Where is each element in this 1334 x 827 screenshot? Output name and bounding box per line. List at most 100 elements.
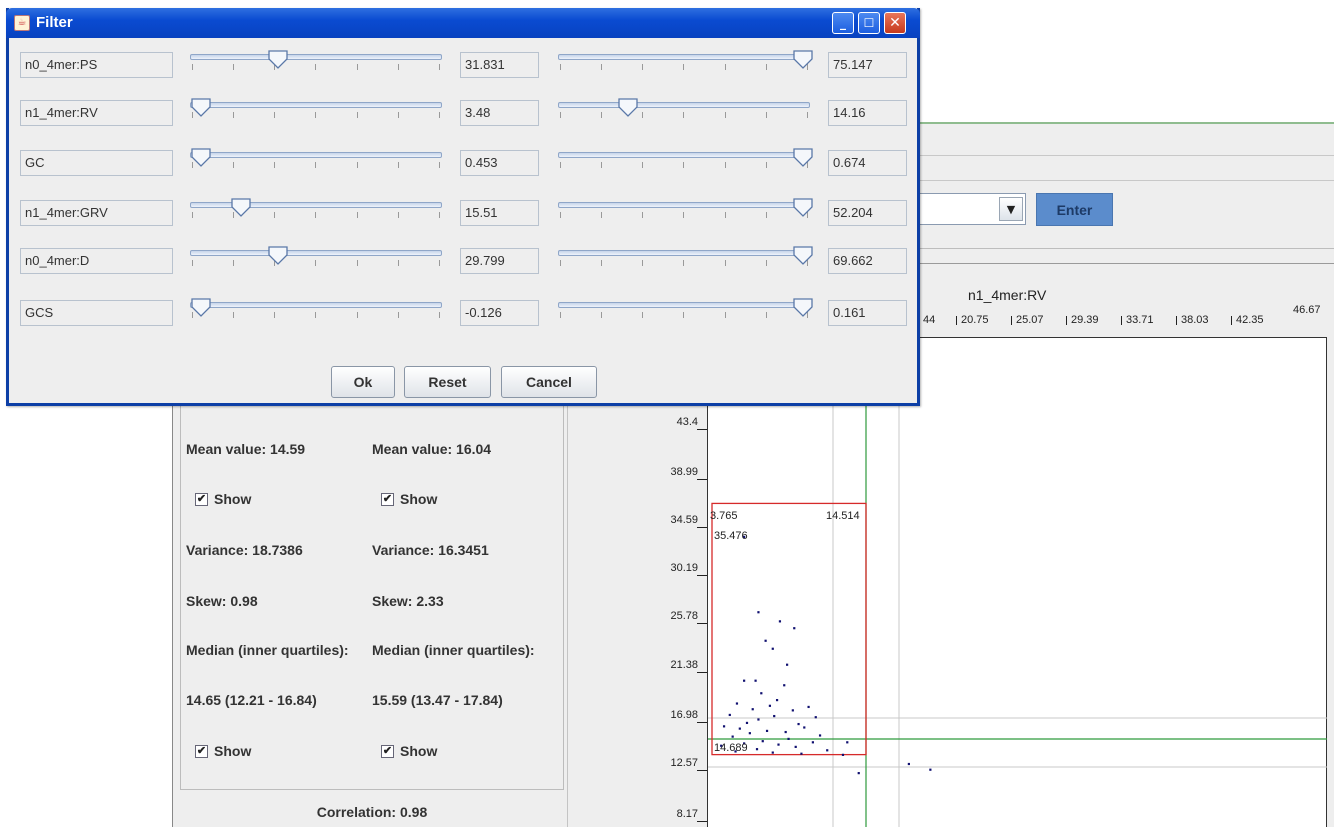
slider-track[interactable] bbox=[190, 250, 442, 256]
min-value-field-0[interactable]: 31.831 bbox=[460, 52, 539, 78]
max-value-field-4[interactable]: 69.662 bbox=[828, 248, 907, 274]
slider-track[interactable] bbox=[558, 152, 810, 158]
slider-track[interactable] bbox=[558, 302, 810, 308]
slider-ticks bbox=[560, 162, 808, 170]
box-x-left-label: 3.765 bbox=[710, 510, 738, 522]
data-point bbox=[814, 716, 817, 719]
slider-track[interactable] bbox=[558, 202, 810, 208]
min-slider-0[interactable] bbox=[190, 50, 450, 80]
max-slider-0[interactable] bbox=[558, 50, 818, 80]
min-value-field-3[interactable]: 15.51 bbox=[460, 200, 539, 226]
max-value-field-1[interactable]: 14.16 bbox=[828, 100, 907, 126]
reset-button[interactable]: Reset bbox=[404, 366, 491, 398]
slider-track[interactable] bbox=[190, 302, 442, 308]
data-point bbox=[748, 732, 751, 735]
data-point bbox=[929, 768, 932, 771]
dialog-title: Filter bbox=[36, 14, 73, 31]
slider-thumb-icon[interactable] bbox=[617, 98, 638, 118]
filter-label-2: GC bbox=[20, 150, 173, 176]
min-slider-4[interactable] bbox=[190, 246, 450, 276]
dialog-titlebar[interactable]: ☕ Filter _ ☐ ✕ bbox=[6, 8, 920, 38]
data-point bbox=[803, 726, 806, 729]
box-x-right-label: 14.514 bbox=[826, 510, 860, 522]
slider-thumb-icon[interactable] bbox=[190, 148, 211, 168]
min-value-field-2[interactable]: 0.453 bbox=[460, 150, 539, 176]
slider-thumb-icon[interactable] bbox=[190, 98, 211, 118]
data-point bbox=[787, 737, 790, 740]
filter-label-0: n0_4mer:PS bbox=[20, 52, 173, 78]
slider-thumb-icon[interactable] bbox=[190, 298, 211, 318]
min-slider-3[interactable] bbox=[190, 198, 450, 228]
min-value-field-1[interactable]: 3.48 bbox=[460, 100, 539, 126]
slider-track[interactable] bbox=[190, 54, 442, 60]
box-y-bottom-label: 14.689 bbox=[714, 742, 748, 754]
maximize-button[interactable]: ☐ bbox=[858, 12, 880, 34]
min-slider-2[interactable] bbox=[190, 148, 450, 178]
slider-thumb-icon[interactable] bbox=[792, 198, 813, 218]
slider-track[interactable] bbox=[190, 202, 442, 208]
min-slider-1[interactable] bbox=[190, 98, 450, 128]
data-point bbox=[743, 679, 746, 682]
data-point bbox=[765, 729, 769, 733]
max-slider-3[interactable] bbox=[558, 198, 818, 228]
slider-thumb-icon[interactable] bbox=[792, 298, 813, 318]
max-slider-2[interactable] bbox=[558, 148, 818, 178]
max-slider-5[interactable] bbox=[558, 298, 818, 328]
data-point bbox=[728, 713, 731, 717]
data-point bbox=[757, 718, 760, 721]
slider-track[interactable] bbox=[190, 152, 442, 158]
data-point bbox=[735, 702, 739, 705]
data-point bbox=[778, 620, 782, 623]
max-value-field-2[interactable]: 0.674 bbox=[828, 150, 907, 176]
data-point bbox=[818, 734, 822, 737]
data-point bbox=[775, 698, 779, 702]
data-point bbox=[768, 704, 772, 707]
slider-track[interactable] bbox=[190, 102, 442, 108]
data-point bbox=[783, 684, 786, 687]
slider-track[interactable] bbox=[558, 54, 810, 60]
data-point bbox=[738, 727, 741, 730]
data-point bbox=[731, 735, 734, 738]
data-point bbox=[800, 752, 803, 755]
data-point bbox=[784, 730, 787, 734]
filter-dialog: ☕ Filter _ ☐ ✕ n0_4mer:PS 31.831 75.147 n1_… bbox=[6, 8, 920, 406]
slider-ticks bbox=[192, 312, 440, 320]
data-point bbox=[771, 647, 774, 650]
data-point bbox=[755, 748, 759, 751]
slider-thumb-icon[interactable] bbox=[792, 246, 813, 266]
data-point bbox=[722, 725, 726, 728]
max-value-field-3[interactable]: 52.204 bbox=[828, 200, 907, 226]
slider-ticks bbox=[560, 312, 808, 320]
data-point bbox=[794, 745, 797, 748]
slider-ticks bbox=[560, 64, 808, 72]
data-point bbox=[826, 749, 829, 752]
data-point bbox=[797, 722, 800, 726]
minimize-button[interactable]: _ bbox=[832, 12, 854, 34]
min-value-field-4[interactable]: 29.799 bbox=[460, 248, 539, 274]
max-slider-1[interactable] bbox=[558, 98, 818, 128]
close-button[interactable]: ✕ bbox=[884, 12, 906, 34]
slider-thumb-icon[interactable] bbox=[792, 148, 813, 168]
data-point bbox=[846, 741, 849, 744]
cancel-button[interactable]: Cancel bbox=[501, 366, 597, 398]
slider-thumb-icon[interactable] bbox=[267, 50, 288, 70]
data-point bbox=[907, 762, 910, 766]
slider-thumb-icon[interactable] bbox=[267, 246, 288, 266]
slider-thumb-icon[interactable] bbox=[230, 198, 251, 218]
slider-track[interactable] bbox=[558, 250, 810, 256]
max-value-field-0[interactable]: 75.147 bbox=[828, 52, 907, 78]
ok-button[interactable]: Ok bbox=[331, 366, 395, 398]
min-value-field-5[interactable]: -0.126 bbox=[460, 300, 539, 326]
data-point bbox=[841, 753, 845, 756]
slider-ticks bbox=[560, 260, 808, 268]
max-value-field-5[interactable]: 0.161 bbox=[828, 300, 907, 326]
min-slider-5[interactable] bbox=[190, 298, 450, 328]
data-point bbox=[793, 627, 796, 630]
slider-track[interactable] bbox=[558, 102, 810, 108]
slider-thumb-icon[interactable] bbox=[792, 50, 813, 70]
slider-ticks bbox=[192, 64, 440, 72]
data-point bbox=[754, 679, 757, 682]
max-slider-4[interactable] bbox=[558, 246, 818, 276]
slider-ticks bbox=[560, 212, 808, 220]
filter-label-3: n1_4mer:GRV bbox=[20, 200, 173, 226]
